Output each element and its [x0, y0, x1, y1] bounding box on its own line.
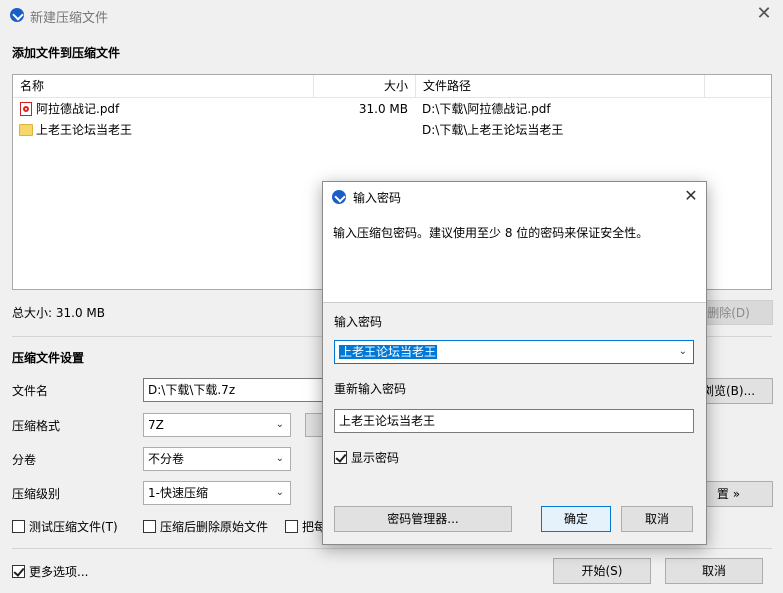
folder-icon	[19, 124, 33, 136]
delete-after-label: 压缩后删除原始文件	[160, 520, 269, 534]
dialog-hint-area: 输入压缩包密码。建议使用至少 8 位的密码来保证安全性。	[323, 212, 706, 303]
each-file-checkbox[interactable]	[285, 520, 298, 533]
split-value: 不分卷	[148, 452, 185, 466]
level-select[interactable]: 1-快速压缩 ⌄	[143, 481, 291, 505]
format-select[interactable]: 7Z ⌄	[143, 413, 291, 437]
start-button[interactable]: 开始(S)	[553, 558, 651, 584]
app-logo-icon	[10, 8, 24, 22]
more-options-checkbox[interactable]	[12, 565, 25, 578]
window-titlebar	[0, 0, 783, 30]
dialog-cancel-button[interactable]: 取消	[621, 506, 693, 532]
column-header-size[interactable]: 大小	[314, 75, 416, 97]
settings-heading: 压缩文件设置	[12, 351, 85, 365]
split-select[interactable]: 不分卷 ⌄	[143, 447, 291, 471]
header-divider	[13, 97, 771, 98]
column-header-filler	[705, 75, 771, 97]
chevron-down-icon: ⌄	[678, 346, 687, 357]
delete-after-checkbox[interactable]	[143, 520, 156, 533]
column-header-name[interactable]: 名称	[13, 75, 314, 97]
filename-label: 文件名	[12, 384, 49, 398]
chevron-down-icon: ⌄	[275, 487, 284, 498]
table-row[interactable]: 上老王论坛当老王 D:\下载\上老王论坛当老王	[13, 120, 771, 140]
column-header-path[interactable]: 文件路径	[416, 75, 705, 97]
file-size: 31.0 MB	[358, 102, 408, 116]
main-cancel-button[interactable]: 取消	[665, 558, 763, 584]
ok-button[interactable]: 确定	[541, 506, 611, 532]
repeat-password-input[interactable]: 上老王论坛当老王	[334, 409, 694, 433]
format-value: 7Z	[148, 418, 164, 432]
chevron-down-icon: ⌄	[275, 419, 284, 430]
footer-divider	[12, 548, 772, 549]
format-label: 压缩格式	[12, 419, 61, 433]
app-logo-icon	[332, 190, 346, 204]
password-value: 上老王论坛当老王	[339, 345, 438, 359]
dialog-hint: 输入压缩包密码。建议使用至少 8 位的密码来保证安全性。	[333, 226, 649, 240]
pdf-file-icon	[20, 102, 32, 116]
chevron-down-icon: ⌄	[275, 453, 284, 464]
password-input[interactable]: 上老王论坛当老王 ⌄	[334, 340, 694, 364]
password-manager-button[interactable]: 密码管理器...	[334, 506, 512, 532]
dialog-close-icon[interactable]: ✕	[679, 185, 703, 209]
level-value: 1-快速压缩	[148, 486, 208, 500]
dialog-title: 输入密码	[353, 191, 402, 205]
password-label: 输入密码	[334, 315, 383, 329]
file-name: 阿拉德战记.pdf	[36, 102, 120, 116]
total-size-label: 总大小: 31.0 MB	[12, 306, 105, 320]
filename-input[interactable]: D:\下载\下载.7z	[143, 378, 328, 402]
test-archive-label: 测试压缩文件(T)	[29, 520, 118, 534]
file-name: 上老王论坛当老王	[36, 123, 133, 137]
more-options-label: 更多选项...	[29, 565, 89, 579]
window-close-icon[interactable]: ✕	[752, 3, 776, 27]
repeat-password-label: 重新输入密码	[334, 382, 407, 396]
table-row[interactable]: 阿拉德战记.pdf 31.0 MB D:\下载\阿拉德战记.pdf	[13, 99, 771, 119]
files-section-heading: 添加文件到压缩文件	[12, 46, 121, 60]
split-label: 分卷	[12, 453, 37, 467]
level-label: 压缩级别	[12, 487, 61, 501]
file-path: D:\下载\阿拉德战记.pdf	[422, 102, 551, 116]
show-password-label: 显示密码	[351, 451, 400, 465]
test-archive-checkbox[interactable]	[12, 520, 25, 533]
password-dialog: 输入密码 ✕ 输入压缩包密码。建议使用至少 8 位的密码来保证安全性。 输入密码…	[322, 181, 707, 545]
show-password-checkbox[interactable]	[334, 451, 347, 464]
file-path: D:\下载\上老王论坛当老王	[422, 123, 564, 137]
window-title: 新建压缩文件	[30, 11, 109, 26]
